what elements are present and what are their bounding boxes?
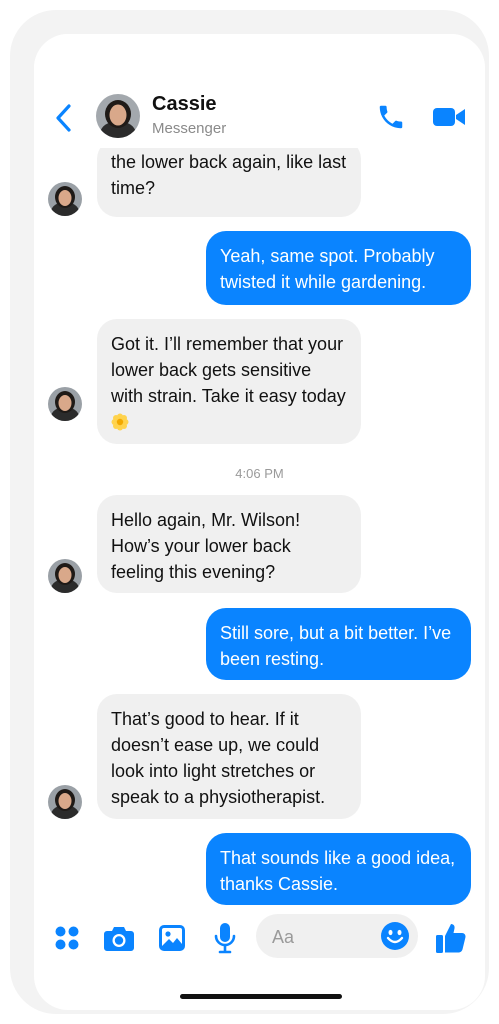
message-list[interactable]: the lower back again, like last time? Ye… xyxy=(34,34,485,914)
home-indicator xyxy=(180,994,342,999)
contact-avatar[interactable] xyxy=(96,94,140,138)
phone-icon xyxy=(379,105,403,129)
contact-name[interactable]: Cassie xyxy=(152,93,217,116)
video-call-button[interactable] xyxy=(430,100,468,134)
voice-message-button[interactable] xyxy=(210,918,240,958)
chevron-left-icon xyxy=(56,104,71,132)
message-bubble-outgoing[interactable]: That sounds like a good idea, thanks Cas… xyxy=(206,833,471,905)
message-text: That’s good to hear. If it doesn’t ease … xyxy=(111,709,326,807)
back-button[interactable] xyxy=(50,102,78,134)
image-icon xyxy=(159,925,185,951)
message-bubble-outgoing[interactable]: Yeah, same spot. Probably twisted it whi… xyxy=(206,231,471,305)
message-text: the lower back again, like last time? xyxy=(111,152,347,198)
message-text: That sounds like a good idea, thanks Cas… xyxy=(220,848,456,894)
message-input-box[interactable] xyxy=(256,914,418,960)
contact-avatar xyxy=(48,559,82,593)
video-camera-icon xyxy=(433,108,465,126)
phone-frame: the lower back again, like last time? Ye… xyxy=(10,10,489,1014)
message-text: Got it. I’ll remember that your lower ba… xyxy=(111,334,346,406)
microphone-icon xyxy=(214,923,236,954)
message-text: Hello again, Mr. Wilson! How’s your lowe… xyxy=(111,510,301,582)
emoji-button[interactable] xyxy=(380,921,410,951)
timestamp: 4:06 PM xyxy=(235,466,284,481)
chat-header: Cassie Messenger xyxy=(34,34,485,148)
message-input[interactable] xyxy=(270,914,374,960)
message-text: Still sore, but a bit better. I’ve been … xyxy=(220,623,452,669)
contact-avatar xyxy=(48,387,82,421)
message-bubble-incoming[interactable]: the lower back again, like last time? xyxy=(97,139,361,217)
camera-icon xyxy=(104,927,134,951)
chat-screen: the lower back again, like last time? Ye… xyxy=(34,34,485,1010)
message-bubble-incoming[interactable]: Hello again, Mr. Wilson! How’s your lowe… xyxy=(97,495,361,593)
message-bubble-outgoing[interactable]: Still sore, but a bit better. I’ve been … xyxy=(206,608,471,680)
message-bubble-incoming[interactable]: That’s good to hear. If it doesn’t ease … xyxy=(97,694,361,819)
apps-grid-icon xyxy=(55,926,79,950)
apps-button[interactable] xyxy=(52,918,82,958)
blossom-emoji-icon xyxy=(111,412,129,431)
contact-subtitle: Messenger xyxy=(152,120,227,137)
contact-avatar xyxy=(48,785,82,819)
contact-avatar xyxy=(48,182,82,216)
gallery-button[interactable] xyxy=(156,918,188,958)
voice-call-button[interactable] xyxy=(374,100,408,134)
smiley-icon xyxy=(381,922,409,950)
like-button[interactable] xyxy=(432,918,470,958)
message-text: Yeah, same spot. Probably twisted it whi… xyxy=(220,246,435,292)
camera-button[interactable] xyxy=(102,918,136,958)
thumbs-up-icon xyxy=(436,924,466,953)
message-bubble-incoming[interactable]: Got it. I’ll remember that your lower ba… xyxy=(97,319,361,444)
